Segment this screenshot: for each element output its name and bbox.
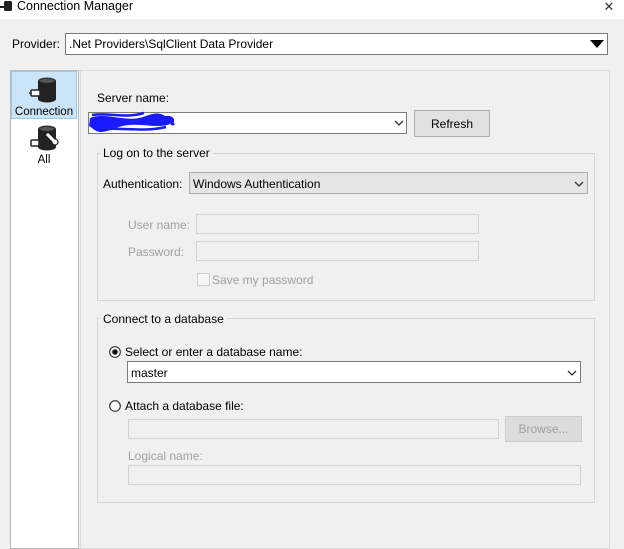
database-name-dropdown-button[interactable] (567, 367, 577, 381)
nav-item-connection[interactable]: Connection (11, 71, 77, 119)
authentication-dropdown-button[interactable] (574, 178, 584, 192)
select-database-label: Select or enter a database name: (125, 345, 303, 359)
password-label: Password: (128, 245, 185, 259)
attach-database-label: Attach a database file: (125, 399, 244, 413)
close-button[interactable]: ✕ (598, 0, 620, 16)
dropdown-arrow-icon (590, 40, 604, 48)
database-name-combo[interactable] (127, 361, 581, 383)
nav-item-label: All (37, 154, 51, 166)
username-input[interactable] (196, 214, 479, 234)
nav-item-all[interactable]: All (11, 121, 77, 167)
close-icon: ✕ (603, 0, 615, 14)
refresh-button[interactable]: Refresh (414, 110, 490, 137)
chevron-down-icon (394, 120, 404, 126)
database-plug-icon (29, 77, 56, 103)
database-file-input[interactable] (128, 419, 499, 439)
server-name-dropdown-button[interactable] (394, 117, 404, 131)
password-input[interactable] (196, 241, 479, 261)
select-database-radio[interactable] (109, 346, 121, 361)
server-name-label: Server name: (97, 91, 170, 105)
chevron-down-icon (567, 370, 577, 376)
window-title: Connection Manager (17, 0, 134, 13)
provider-dropdown-button[interactable] (587, 34, 607, 54)
save-password-checkbox[interactable] (197, 273, 210, 286)
logon-group-title: Log on to the server (100, 146, 213, 160)
authentication-label: Authentication: (103, 177, 183, 191)
app-icon (0, 0, 14, 12)
browse-button[interactable]: Browse... (505, 416, 582, 442)
attach-database-radio[interactable] (109, 400, 121, 415)
provider-label: Provider: (12, 37, 61, 51)
save-password-label: Save my password (212, 273, 314, 287)
authentication-value: Windows Authentication (193, 177, 321, 191)
nav-item-label: Connection (14, 106, 74, 118)
provider-value: .Net Providers\SqlClient Data Provider (69, 37, 274, 51)
username-label: User name: (128, 218, 191, 232)
database-group-title: Connect to a database (100, 312, 227, 326)
database-wrench-icon (30, 125, 59, 151)
server-name-redaction (86, 108, 178, 138)
chevron-down-icon (574, 181, 584, 187)
logical-name-label: Logical name: (128, 449, 203, 463)
database-name-value: master (131, 366, 168, 380)
logical-name-input[interactable] (128, 465, 581, 485)
